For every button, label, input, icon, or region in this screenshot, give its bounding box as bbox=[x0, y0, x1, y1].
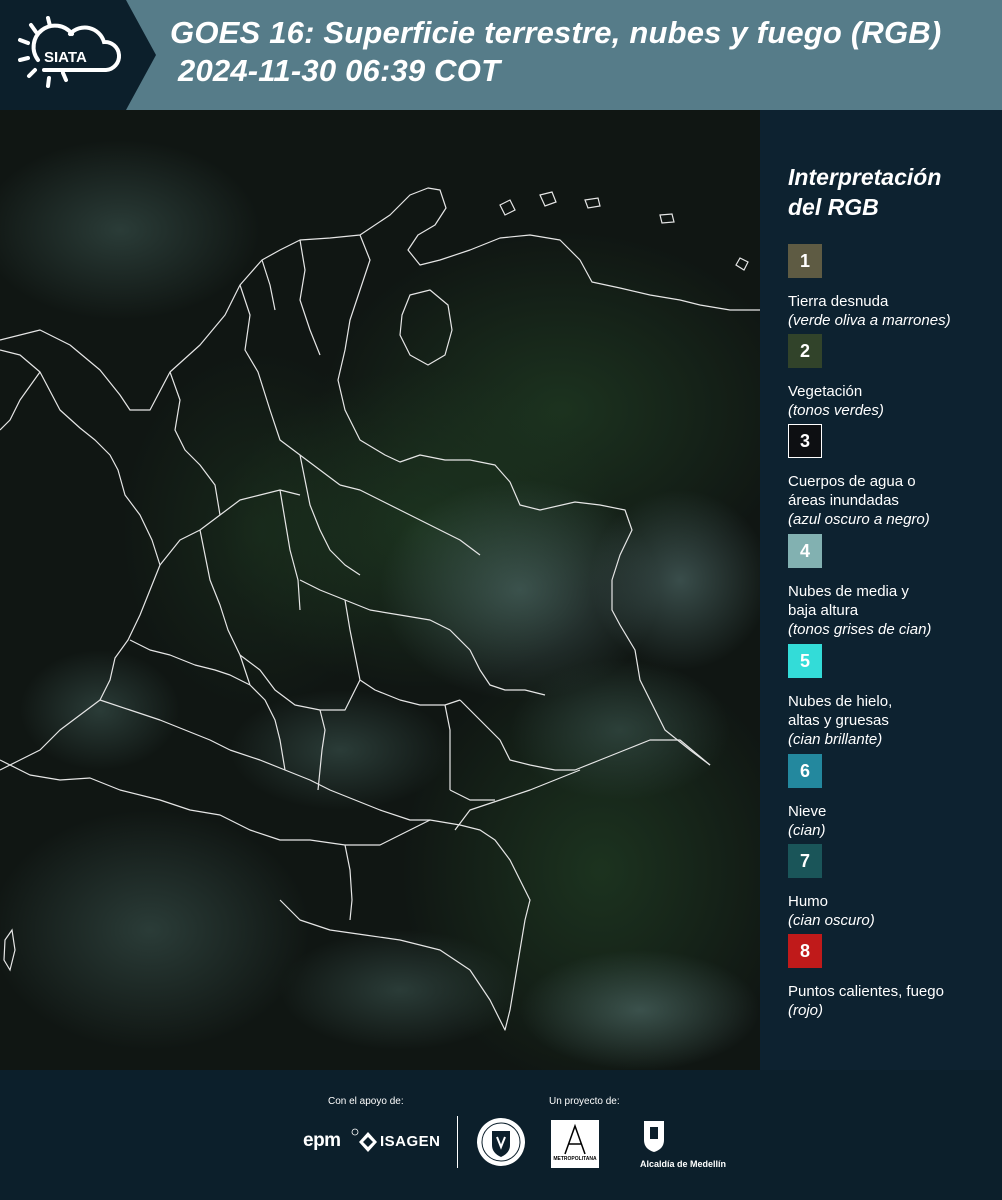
legend-item-low-clouds: 4 Nubes de media y baja altura (tonos gr… bbox=[788, 534, 1000, 639]
legend-item-label: Nubes de media y bbox=[788, 583, 909, 600]
legend-item-sub: (verde oliva a marrones) bbox=[788, 312, 951, 329]
title-line-1: GOES 16: Superficie terrestre, nubes y f… bbox=[170, 15, 942, 50]
siata-logo-text: SIATA bbox=[44, 49, 87, 66]
legend-title-line-2: del RGB bbox=[788, 194, 879, 220]
header: SIATA GOES 16: Superficie terrestre, nub… bbox=[0, 0, 1002, 110]
legend-item-sub: (cian oscuro) bbox=[788, 912, 875, 929]
legend-title-line-1: Interpretación bbox=[788, 164, 942, 190]
legend-item-label: Vegetación bbox=[788, 383, 863, 400]
project-label: Un proyecto de: bbox=[549, 1096, 620, 1107]
legend-item-sub: (tonos verdes) bbox=[788, 402, 884, 419]
legend-item-bare-soil: 1 Tierra desnuda (verde oliva a marrones… bbox=[788, 244, 1000, 330]
legend-swatch: 8 bbox=[788, 934, 822, 968]
footer: Con el apoyo de: Un proyecto de: epm ISA… bbox=[0, 1070, 1002, 1200]
legend-swatch: 2 bbox=[788, 334, 822, 368]
satellite-map bbox=[0, 110, 760, 1070]
legend-item-sub: (rojo) bbox=[788, 1002, 824, 1019]
legend-title: Interpretación del RGB bbox=[788, 162, 998, 222]
support-label: Con el apoyo de: bbox=[328, 1096, 404, 1107]
legend-swatch: 6 bbox=[788, 754, 822, 788]
legend-item-label-2: áreas inundadas bbox=[788, 492, 899, 509]
legend-swatch: 7 bbox=[788, 844, 822, 878]
legend-item-label: Nubes de hielo, bbox=[788, 693, 893, 710]
legend-item-fire: 8 Puntos calientes, fuego (rojo) bbox=[788, 934, 1000, 1020]
legend-item-label: Nieve bbox=[788, 803, 827, 820]
legend-swatch: 5 bbox=[788, 644, 822, 678]
siata-logo-icon: SIATA bbox=[18, 16, 122, 88]
legend-item-label-2: baja altura bbox=[788, 602, 859, 619]
isagen-logo: ISAGEN bbox=[380, 1133, 441, 1150]
alcaldia-logo-icon bbox=[644, 1121, 664, 1152]
satellite-image bbox=[0, 110, 760, 1070]
page-title: GOES 16: Superficie terrestre, nubes y f… bbox=[170, 14, 1000, 90]
legend-item-label: Tierra desnuda bbox=[788, 293, 889, 310]
legend-item-ice-clouds: 5 Nubes de hielo, altas y gruesas (cian … bbox=[788, 644, 1000, 749]
legend-item-sub: (cian) bbox=[788, 822, 826, 839]
legend-item-water: 3 Cuerpos de agua o áreas inundadas (azu… bbox=[788, 424, 1000, 529]
title-line-2: 2024-11-30 06:39 COT bbox=[178, 53, 501, 88]
legend-item-label-2: altas y gruesas bbox=[788, 712, 889, 729]
epm-logo: epm bbox=[303, 1130, 341, 1151]
legend-item-label: Humo bbox=[788, 893, 829, 910]
area-metropolitana-text: METROPOLITANA bbox=[553, 1156, 597, 1162]
legend-item-smoke: 7 Humo (cian oscuro) bbox=[788, 844, 1000, 930]
legend-item-sub: (azul oscuro a negro) bbox=[788, 511, 930, 528]
legend-item-vegetation: 2 Vegetación (tonos verdes) bbox=[788, 334, 1000, 420]
isagen-logo-icon bbox=[359, 1132, 377, 1152]
legend-item-sub: (cian brillante) bbox=[788, 731, 883, 748]
legend-swatch: 3 bbox=[788, 424, 822, 458]
legend-swatch: 1 bbox=[788, 244, 822, 278]
footer-divider bbox=[457, 1116, 458, 1168]
legend-item-sub: (tonos grises de cian) bbox=[788, 621, 932, 638]
legend-item-label: Puntos calientes, fuego bbox=[788, 983, 944, 1000]
legend-swatch: 4 bbox=[788, 534, 822, 568]
legend-item-label: Cuerpos de agua o bbox=[788, 473, 916, 490]
alcaldia-text: Alcaldía de Medellín bbox=[640, 1159, 727, 1169]
seal-logo-icon bbox=[477, 1118, 525, 1166]
legend-panel: Interpretación del RGB 1 Tierra desnuda … bbox=[760, 110, 1002, 1070]
legend-item-snow: 6 Nieve (cian) bbox=[788, 754, 1000, 840]
